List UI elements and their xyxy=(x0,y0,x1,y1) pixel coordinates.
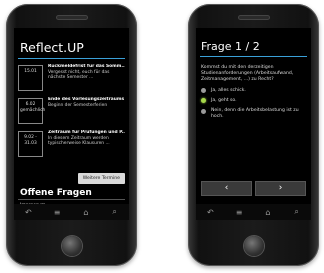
menu-icon[interactable]: ≡ xyxy=(50,208,64,217)
search-icon[interactable]: ⌕ xyxy=(108,207,122,217)
answer-option[interactable]: Ja, alles schick. xyxy=(201,88,306,94)
phone-left: Reflect.UP 15.01 Rückmeldefrist für das … xyxy=(6,4,137,266)
android-navbar: ↶ ≡ ⌂ ⌕ xyxy=(14,204,129,220)
event-title: Ende des Vorlesungszeitraums xyxy=(48,97,125,102)
menu-icon[interactable]: ≡ xyxy=(232,208,246,217)
earpiece xyxy=(56,16,87,19)
event-date: 15.01 xyxy=(18,65,43,91)
event-date: 9.02 - 31.03 xyxy=(18,131,43,157)
event-item[interactable]: 15.01 Rückmeldefrist für das Somm... Ver… xyxy=(18,64,125,92)
answer-label: Ja, alles schick. xyxy=(211,87,246,93)
prev-button[interactable]: ‹ xyxy=(201,181,252,196)
event-desc: Vergesst nicht, euch für das nächste Sem… xyxy=(48,69,110,81)
section-title: Offene Fragen xyxy=(20,188,92,198)
question-title: Frage 1 / 2 xyxy=(201,40,260,53)
radio-button-checked[interactable] xyxy=(201,98,206,104)
event-desc: In diesem Zeitraum werden typischerweise… xyxy=(48,135,110,147)
event-title: Zeitraum für Prüfungen und P... xyxy=(48,130,125,135)
event-title: Rückmeldefrist für das Somm... xyxy=(48,64,125,69)
radio-button[interactable] xyxy=(201,88,206,94)
answer-option[interactable]: Ja, geht so. xyxy=(201,98,306,104)
title-divider xyxy=(18,58,125,59)
app-title: Reflect.UP xyxy=(20,40,84,55)
search-icon[interactable]: ⌕ xyxy=(290,207,304,217)
hardware-home-button[interactable] xyxy=(61,236,82,256)
event-desc: Beginn der Semesterferien xyxy=(48,102,108,108)
event-item[interactable]: 6.02 gemächlich Ende des Vorlesungszeitr… xyxy=(18,97,125,125)
radio-button[interactable] xyxy=(201,108,206,114)
more-dates-button[interactable]: Weitere Termine xyxy=(77,173,125,184)
phone-right: Frage 1 / 2 Kommst du mit den derzeitige… xyxy=(188,4,319,266)
answer-label: Nein, denn die Arbeitsbelastung ist zu h… xyxy=(211,107,299,120)
answer-label: Ja, geht so. xyxy=(211,97,237,103)
question-navigation: ‹ › xyxy=(201,181,306,196)
home-icon[interactable]: ⌂ xyxy=(261,208,275,217)
hardware-home-button[interactable] xyxy=(243,236,264,256)
next-button[interactable]: › xyxy=(255,181,306,196)
back-icon[interactable]: ↶ xyxy=(21,208,35,217)
earpiece xyxy=(238,16,269,19)
back-icon[interactable]: ↶ xyxy=(203,208,217,217)
event-item[interactable]: 9.02 - 31.03 Zeitraum für Prüfungen und … xyxy=(18,130,125,158)
question-text: Kommst du mit den derzeitigen Studienanf… xyxy=(201,65,294,83)
home-icon[interactable]: ⌂ xyxy=(79,208,93,217)
answer-option[interactable]: Nein, denn die Arbeitsbelastung ist zu h… xyxy=(201,108,306,120)
screen-left: Reflect.UP 15.01 Rückmeldefrist für das … xyxy=(14,28,129,220)
event-date: 6.02 gemächlich xyxy=(18,98,45,124)
section-divider xyxy=(18,199,125,200)
screen-right: Frage 1 / 2 Kommst du mit den derzeitige… xyxy=(196,28,311,220)
title-divider xyxy=(200,56,307,57)
android-navbar: ↶ ≡ ⌂ ⌕ xyxy=(196,204,311,220)
